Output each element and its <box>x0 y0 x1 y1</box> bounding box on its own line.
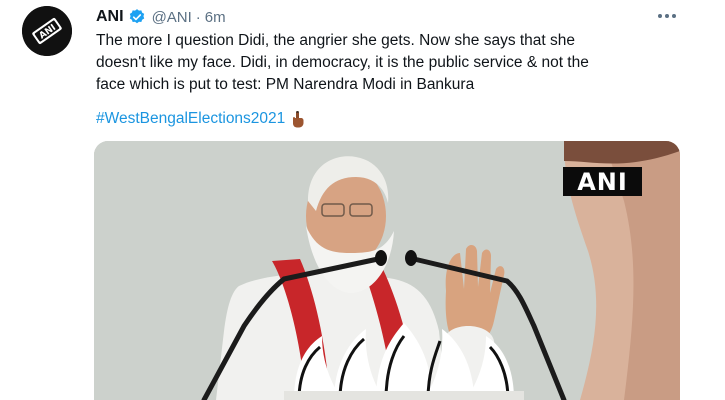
tweet-text-line: doesn't like my face. Didi, in democracy… <box>96 54 589 71</box>
verified-badge-icon <box>129 9 144 24</box>
more-icon[interactable] <box>651 2 683 30</box>
handle[interactable]: @ANI <box>152 9 192 26</box>
tweet-text-line: face which is put to test: PM Narendra M… <box>96 76 475 93</box>
tweet-text: The more I question Didi, the angrier sh… <box>96 30 686 96</box>
separator-dot: · <box>195 8 201 26</box>
timestamp[interactable]: 6m <box>205 9 226 26</box>
display-name[interactable]: ANI <box>96 8 124 26</box>
ani-logo-icon: ANI <box>22 6 72 56</box>
tweet-header: ANI @ANI · 6m <box>96 6 226 28</box>
avatar[interactable]: ANI <box>22 6 72 56</box>
tweet-text-line: The more I question Didi, the angrier sh… <box>96 32 576 49</box>
tweet-card[interactable]: ANI ANI @ANI · 6m The more I question Di… <box>0 0 725 400</box>
hashtag-link[interactable]: #WestBengalElections2021 <box>96 110 285 128</box>
hashtag-row: #WestBengalElections2021 <box>96 108 305 130</box>
ani-watermark: ANI <box>563 167 642 196</box>
raised-hand-icon <box>293 111 304 128</box>
